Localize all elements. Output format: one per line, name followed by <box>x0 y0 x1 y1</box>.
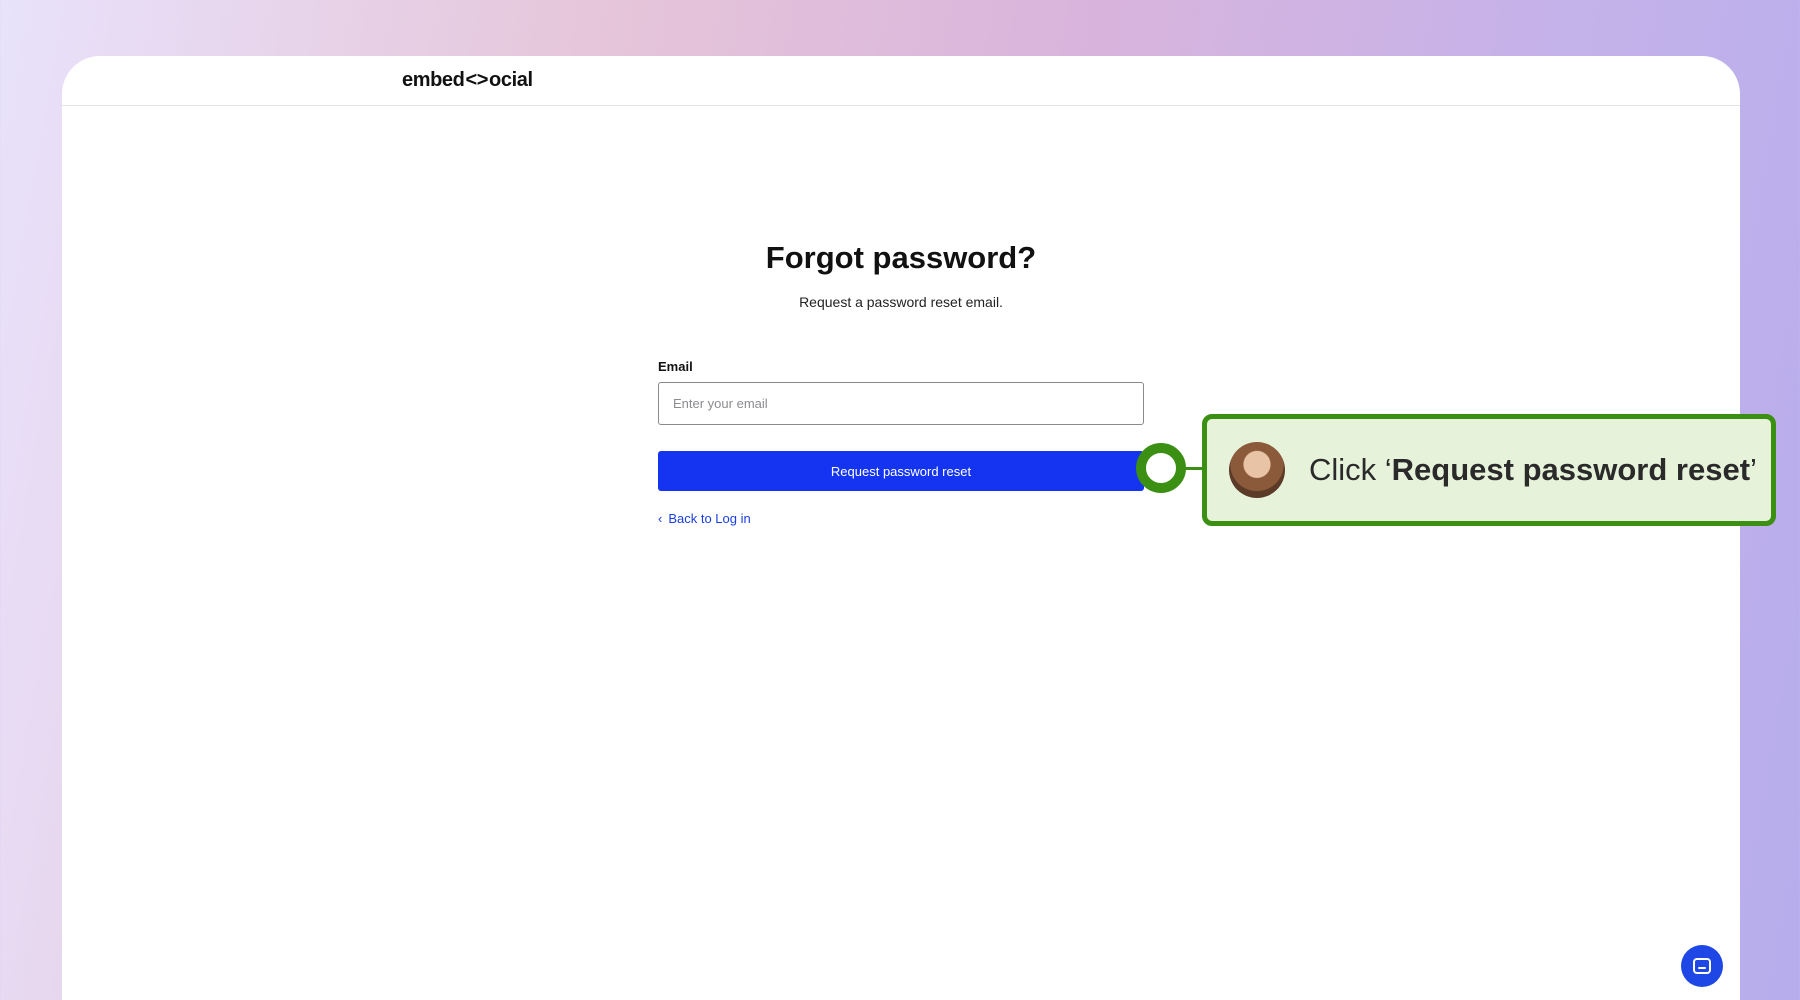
callout-text: Click ‘Request password reset’ <box>1309 452 1757 488</box>
embedsocial-logo[interactable]: embed <> ocial <box>402 69 533 92</box>
logo-text-right: ocial <box>489 69 533 91</box>
email-field[interactable] <box>658 382 1144 425</box>
email-label: Email <box>658 359 693 374</box>
back-to-login-label: Back to Log in <box>668 511 751 526</box>
page-subtitle: Request a password reset email. <box>799 294 1003 310</box>
chat-launcher-button[interactable] <box>1681 945 1723 987</box>
chevron-left-icon: ‹ <box>658 511 663 526</box>
tutorial-callout: Click ‘Request password reset’ <box>1202 414 1776 526</box>
request-reset-button[interactable]: Request password reset <box>658 451 1144 491</box>
guide-avatar <box>1229 442 1285 498</box>
callout-connector <box>1184 467 1202 470</box>
page-title: Forgot password? <box>765 240 1037 275</box>
back-to-login-link[interactable]: ‹ Back to Log in <box>658 511 751 526</box>
logo-text-left: embed <box>402 69 465 91</box>
reset-form: Email Request password reset ‹ Back to L… <box>658 359 1144 528</box>
callout-prefix: Click ‘ <box>1309 452 1392 487</box>
top-bar: embed <> ocial <box>62 56 1740 106</box>
callout-bold: Request password reset <box>1391 452 1751 487</box>
app-window: embed <> ocial Forgot password? Request a … <box>62 56 1740 1000</box>
logo-mark: <> <box>465 69 489 91</box>
chat-icon <box>1693 958 1711 974</box>
callout-suffix: ’ <box>1750 452 1757 487</box>
click-target-marker <box>1136 443 1186 493</box>
